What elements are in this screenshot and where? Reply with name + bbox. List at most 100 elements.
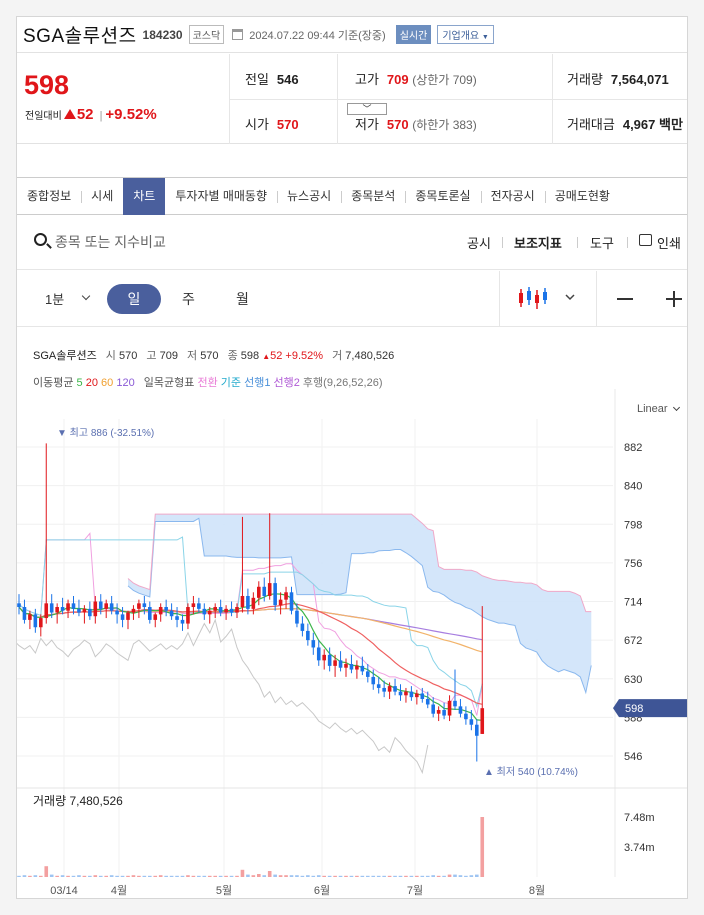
tab-5[interactable]: 종목분석 xyxy=(341,178,405,215)
zoom-in-button[interactable] xyxy=(673,291,675,307)
x-tick-label: 5월 xyxy=(216,884,232,897)
tab-0[interactable]: 종합정보 xyxy=(17,178,81,215)
chart-type-selector[interactable] xyxy=(499,271,597,326)
realtime-badge[interactable]: 실시간 xyxy=(395,25,432,44)
print-icon[interactable] xyxy=(639,234,652,246)
chevron-down-icon[interactable] xyxy=(81,291,91,301)
volume-bar xyxy=(262,875,267,877)
volume-bar xyxy=(355,875,359,877)
candle-body xyxy=(398,691,403,696)
x-tick-label: 7월 xyxy=(407,884,423,897)
stock-name[interactable]: SGA솔루션즈 xyxy=(23,21,137,48)
x-tick-label: 03/14 xyxy=(50,885,78,897)
disclosure-button[interactable]: 공시 xyxy=(467,233,491,252)
candle-body xyxy=(404,691,408,696)
volume-bar xyxy=(229,875,234,877)
volume-bar xyxy=(300,875,305,877)
candle-body xyxy=(186,607,190,624)
upper-limit: (상한가 709) xyxy=(412,73,477,87)
tab-6[interactable]: 종목토론실 xyxy=(405,178,480,215)
stock-code: 184230 xyxy=(142,27,183,42)
volume-bar xyxy=(131,875,136,877)
volume-bar xyxy=(333,875,337,877)
candle-body xyxy=(295,610,299,624)
chart-canvas: 88284079875671467263058854603/14 4월 5월 6월 7월… xyxy=(17,389,687,897)
divider xyxy=(577,237,578,248)
volume-bar xyxy=(267,871,272,877)
stock-header: SGA솔루션즈 184230 코스닥 2024.07.22 09:44 기준(장… xyxy=(17,17,687,53)
interval-week[interactable]: 주 xyxy=(182,289,195,309)
candle-body xyxy=(213,607,217,611)
min-price-label: ▲ 최저 540 (10.74%) xyxy=(484,766,578,778)
high-price: 고가 709 (상한가 709) xyxy=(355,69,477,88)
interval-day[interactable]: 일 xyxy=(107,284,161,314)
candle-body xyxy=(344,664,348,668)
current-price: 598 xyxy=(24,70,70,100)
price-chart[interactable]: SGA솔루션즈 시 570 고 709 저 570 종 598 ▲52 +9.5… xyxy=(17,329,687,898)
tab-4[interactable]: 뉴스공시 xyxy=(277,178,341,215)
volume-bar xyxy=(436,875,441,877)
interval-minute[interactable]: 1분 xyxy=(45,289,64,308)
candle-body xyxy=(251,597,256,609)
candle-body xyxy=(349,664,354,670)
volume-bar xyxy=(295,875,299,877)
interval-month[interactable]: 월 xyxy=(236,289,249,309)
volume-bar xyxy=(376,875,381,877)
expand-button[interactable]: ﹀ xyxy=(347,103,387,115)
drawing-tools-button[interactable]: 도구 xyxy=(590,233,614,252)
candle-body xyxy=(262,586,267,596)
volume-bar xyxy=(175,875,179,877)
candle-body xyxy=(366,671,370,677)
open-value: 570 xyxy=(276,117,299,132)
candle-body xyxy=(148,607,152,620)
candle-body xyxy=(66,603,70,611)
volume-bar xyxy=(109,875,114,877)
candle-body xyxy=(371,676,376,685)
tab-8[interactable]: 공매도현황 xyxy=(544,178,620,215)
volume-bar xyxy=(235,875,239,877)
volume: 거래량 7,564,071 xyxy=(567,69,669,88)
volume-bar xyxy=(316,875,321,877)
candle-body xyxy=(442,710,446,716)
print-button[interactable]: 인쇄 xyxy=(657,233,681,252)
volume-bar xyxy=(475,874,479,877)
divider xyxy=(627,237,628,248)
y-tick-label: 714 xyxy=(624,597,642,609)
volume-bar xyxy=(409,875,414,877)
tab-3[interactable]: 투자자별 매매동향 xyxy=(165,178,277,215)
ichimoku-lagging-line xyxy=(17,618,429,775)
candle-body xyxy=(387,686,392,692)
volume-bar xyxy=(224,875,228,877)
company-info-button[interactable]: 기업개요 ▼ xyxy=(437,25,494,44)
candle-body xyxy=(77,608,81,613)
candle-body xyxy=(289,592,294,611)
candle-body xyxy=(425,698,430,705)
volume-bar xyxy=(371,875,376,877)
candle-body xyxy=(338,660,343,668)
high-label: 고가 xyxy=(355,72,379,87)
candle-body xyxy=(300,623,305,631)
tab-7[interactable]: 전자공시 xyxy=(480,178,545,215)
ichimoku-conversion-line xyxy=(18,532,483,716)
candle-body xyxy=(240,595,245,608)
volume-bar xyxy=(257,874,261,877)
zoom-out-button[interactable] xyxy=(617,298,633,300)
tab-1[interactable]: 시세 xyxy=(81,178,123,215)
compare-search-input[interactable] xyxy=(55,230,355,254)
candle-body xyxy=(22,607,27,620)
candle-body xyxy=(436,710,441,714)
volume-bar xyxy=(404,875,408,877)
tab-2[interactable]: 차트 xyxy=(123,177,166,215)
volume-bar xyxy=(284,875,288,877)
volume-bar xyxy=(213,875,217,877)
low-label: 저가 xyxy=(355,117,379,132)
search-icon[interactable] xyxy=(34,233,47,246)
candle-body xyxy=(49,603,54,613)
volume-bar xyxy=(164,875,168,877)
candle-body xyxy=(191,603,196,608)
candle-body xyxy=(120,614,125,620)
volume-bar xyxy=(202,875,207,877)
indicator-button[interactable]: 보조지표 xyxy=(514,233,562,252)
candle-body xyxy=(273,583,277,606)
candle-body xyxy=(44,603,49,619)
